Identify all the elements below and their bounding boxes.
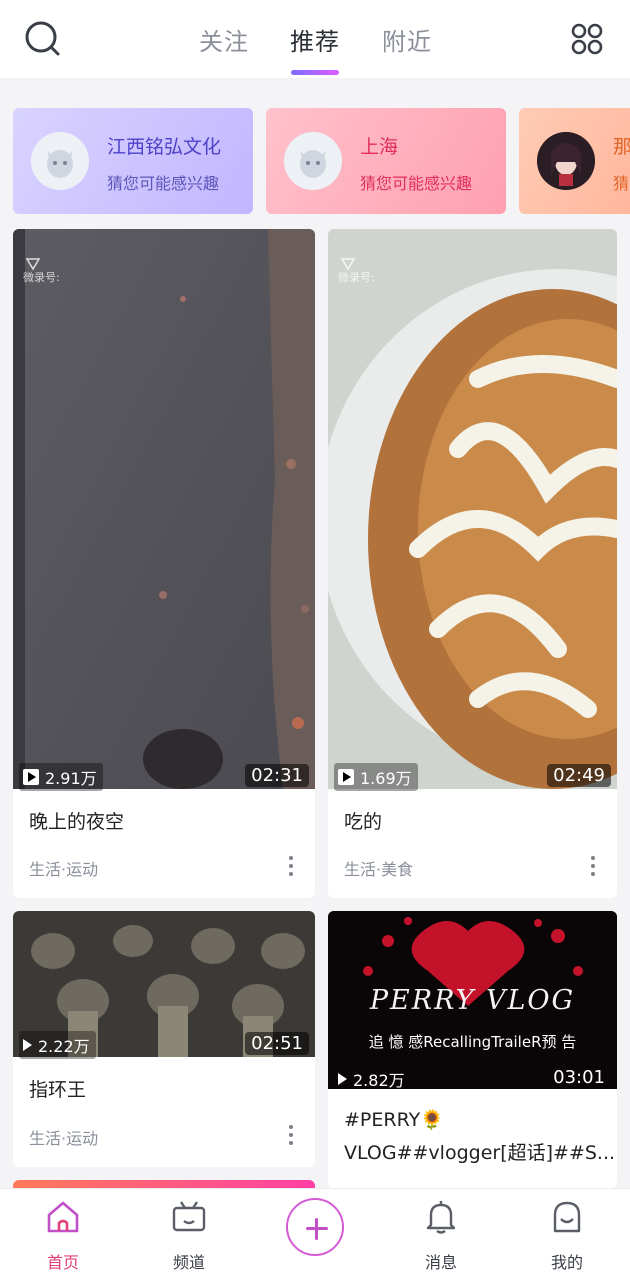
- video-card[interactable]: PERRY VLOG 追 憶 感RecallingTraileR预 告 2.82…: [328, 911, 617, 1188]
- video-title-line-2[interactable]: VLOG##vlogger[超话]##S...: [344, 1138, 615, 1165]
- bell-icon: [426, 1201, 456, 1234]
- play-count-value: 2.22万: [38, 1037, 90, 1056]
- play-count: 1.69万: [334, 763, 418, 791]
- suggested-account-card[interactable]: 上海 猜您可能感兴趣: [266, 108, 506, 214]
- nav-profile[interactable]: 我的: [522, 1189, 612, 1281]
- top-bar: 关注 推荐 附近: [0, 0, 630, 78]
- nav-profile-label: 我的: [550, 1253, 583, 1272]
- play-triangle-icon: [338, 1073, 347, 1085]
- video-thumbnail[interactable]: PERRY VLOG 追 憶 感RecallingTraileR预 告 2.82…: [328, 911, 617, 1090]
- play-triangle-icon: [23, 1039, 32, 1051]
- play-count: 2.91万: [19, 763, 103, 791]
- suggested-account-name: 江西铭弘文化: [107, 136, 222, 158]
- user-icon: [553, 1201, 581, 1233]
- play-count-value: 1.69万: [360, 769, 412, 788]
- play-count: 2.22万: [19, 1031, 96, 1059]
- video-duration: 02:31: [245, 764, 309, 787]
- feed-tabs: 关注 推荐 附近: [0, 0, 630, 78]
- video-category[interactable]: 生活·运动: [29, 1125, 98, 1149]
- nav-messages[interactable]: 消息: [396, 1189, 486, 1281]
- suggested-account-name: 上海: [360, 136, 399, 158]
- publish-plus-button[interactable]: [286, 1198, 344, 1256]
- active-tab-indicator: [291, 70, 339, 75]
- play-icon: [338, 769, 354, 785]
- video-card[interactable]: 2.22万 02:51 指环王 生活·运动: [13, 911, 315, 1167]
- suggested-account-hint: 猜您可能感兴趣: [360, 174, 473, 193]
- tab-follow[interactable]: 关注: [199, 22, 249, 57]
- video-card[interactable]: 微录号: 2.91万 02:31 晚上的夜空 生活·运动: [13, 229, 315, 898]
- play-count: 2.82万: [334, 1065, 411, 1093]
- video-category[interactable]: 生活·美食: [344, 856, 413, 880]
- video-duration: 02:51: [245, 1032, 309, 1055]
- play-count-value: 2.91万: [45, 769, 97, 788]
- more-options-icon[interactable]: [289, 856, 293, 876]
- avatar: [31, 132, 89, 190]
- video-watermark: 微录号:: [338, 271, 375, 284]
- nav-home-label: 首页: [46, 1253, 79, 1272]
- video-thumbnail[interactable]: 微录号: 2.91万 02:31: [13, 229, 315, 791]
- suggested-account-card[interactable]: 那 猜: [519, 108, 630, 214]
- suggested-account-name: 那: [613, 136, 630, 158]
- play-count-value: 2.82万: [353, 1071, 405, 1090]
- tab-recommend[interactable]: 推荐: [290, 22, 340, 57]
- tv-icon: [172, 1201, 206, 1232]
- video-category[interactable]: 生活·运动: [29, 856, 98, 880]
- video-duration: 02:49: [547, 764, 611, 787]
- home-icon: [47, 1201, 79, 1233]
- nav-messages-label: 消息: [424, 1253, 457, 1272]
- video-card[interactable]: 微录号: 1.69万 02:49 吃的 生活·美食: [328, 229, 617, 898]
- video-overlay-title: PERRY VLOG: [369, 985, 576, 1016]
- avatar: [284, 132, 342, 190]
- suggested-account-hint: 猜您可能感兴趣: [107, 174, 220, 193]
- nav-home[interactable]: 首页: [18, 1189, 108, 1281]
- video-title[interactable]: 指环王: [29, 1075, 86, 1102]
- video-title[interactable]: 晚上的夜空: [29, 807, 124, 834]
- video-watermark: 微录号:: [23, 271, 60, 284]
- more-options-icon[interactable]: [591, 856, 595, 876]
- video-title-line-1[interactable]: #PERRY🌻: [344, 1108, 444, 1131]
- video-title[interactable]: 吃的: [344, 807, 382, 834]
- more-options-icon[interactable]: [289, 1125, 293, 1145]
- video-duration: 03:01: [553, 1067, 605, 1088]
- nav-channel-label: 频道: [172, 1253, 205, 1272]
- suggested-accounts: 江西铭弘文化 猜您可能感兴趣 上海 猜您可能感兴趣 那 猜: [0, 108, 630, 216]
- video-thumbnail[interactable]: 微录号: 1.69万 02:49: [328, 229, 617, 791]
- video-thumbnail[interactable]: 2.22万 02:51: [13, 911, 315, 1059]
- command-grid-icon[interactable]: [570, 22, 604, 56]
- suggested-account-card[interactable]: 江西铭弘文化 猜您可能感兴趣: [13, 108, 253, 214]
- suggested-account-hint: 猜: [613, 174, 630, 193]
- play-icon: [23, 769, 39, 785]
- video-overlay-subtitle: 追 憶 感RecallingTraileR预 告: [368, 1033, 577, 1051]
- nav-channel[interactable]: 频道: [144, 1189, 234, 1281]
- avatar: [537, 132, 595, 190]
- tab-nearby[interactable]: 附近: [382, 22, 432, 57]
